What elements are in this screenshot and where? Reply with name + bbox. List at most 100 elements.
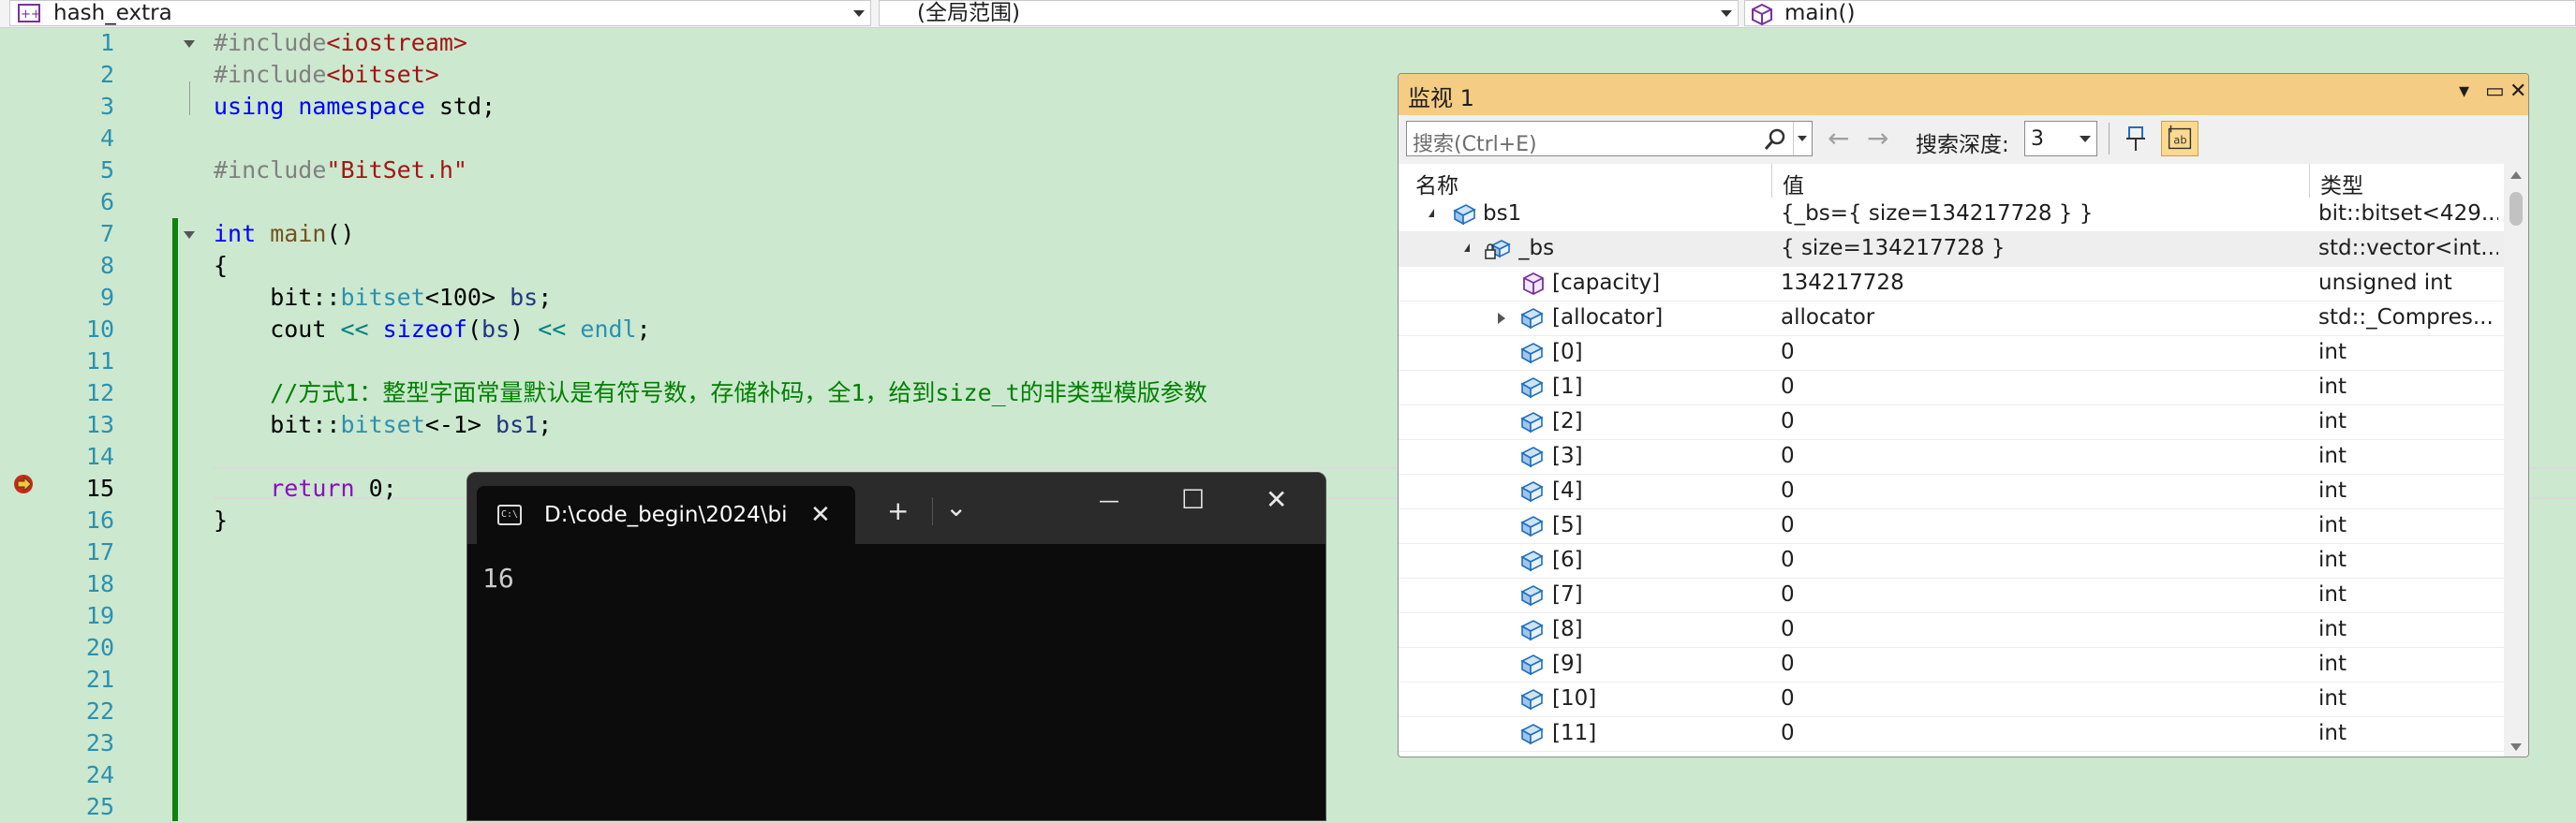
watch-row-name: [capacity]	[1552, 271, 1661, 295]
watch-row[interactable]: [3] 0 int	[1399, 440, 2504, 475]
code-line-1[interactable]: #include<iostream>	[214, 27, 467, 59]
watch-row[interactable]: [allocator] allocator std::_Compres...	[1399, 301, 2504, 336]
search-options-dropdown[interactable]	[1793, 122, 1813, 155]
watch-row[interactable]: [9] 0 int	[1399, 648, 2504, 683]
collapse-icon[interactable]	[1429, 209, 1434, 217]
watch-row[interactable]: [4] 0 int	[1399, 475, 2504, 509]
watch-row-value[interactable]: 0	[1781, 409, 2305, 434]
maximize-button[interactable]: ▭	[2485, 80, 2505, 103]
function-combo[interactable]: main()	[1744, 0, 2576, 26]
column-divider[interactable]	[1771, 164, 1772, 198]
scrollbar-thumb[interactable]	[2509, 192, 2523, 226]
maximize-button[interactable]: ☐	[1181, 486, 1205, 514]
code-line-15[interactable]: return 0;	[214, 473, 396, 505]
watch-row[interactable]: bs1 {_bs={ size=134217728 } } bit::bitse…	[1399, 198, 2504, 232]
vertical-scrollbar[interactable]	[2504, 164, 2528, 757]
watch-row-selected[interactable]: _bs { size=134217728 } std::vector<int..…	[1399, 232, 2504, 267]
pin-icon[interactable]	[2120, 123, 2152, 154]
column-value-header[interactable]: 值	[1783, 168, 1804, 199]
code-line-3[interactable]: using namespace std;	[214, 91, 496, 123]
scope-combo[interactable]: (全局范围)	[879, 0, 1739, 26]
close-button[interactable]: ✕	[2509, 80, 2526, 103]
code-line-7[interactable]: int main()	[214, 218, 355, 250]
new-tab-button[interactable]: +	[887, 497, 909, 525]
scroll-down-icon[interactable]	[2510, 743, 2522, 751]
watch-row-value[interactable]: 0	[1781, 478, 2305, 503]
column-type-header[interactable]: 类型	[2320, 168, 2363, 199]
close-tab-icon[interactable]: ✕	[810, 501, 831, 529]
column-divider[interactable]	[2309, 164, 2310, 198]
watch-row-value[interactable]: 134217728	[1781, 271, 2305, 295]
watch-row-value[interactable]: 0	[1781, 652, 2305, 676]
watch-row[interactable]: [10] 0 int	[1399, 683, 2504, 717]
watch-row-type: int	[2318, 409, 2347, 434]
code-line-10[interactable]: cout << sizeof(bs) << endl;	[214, 314, 650, 345]
watch-row-value[interactable]: 0	[1781, 513, 2305, 537]
project-combo[interactable]: ++ hash_extra	[9, 0, 871, 26]
watch-row-name: [6]	[1552, 548, 1583, 572]
code-text: std;	[424, 93, 496, 120]
search-forward-button[interactable]: →	[1867, 123, 1888, 154]
line-number: 13	[85, 411, 114, 438]
search-back-button[interactable]: ←	[1828, 123, 1849, 154]
watch-row-value[interactable]: 0	[1781, 548, 2305, 572]
watch-row-value[interactable]: 0	[1781, 340, 2305, 364]
hex-display-icon[interactable]: ab	[2161, 121, 2198, 156]
collapse-toggle-icon[interactable]	[182, 40, 195, 51]
search-depth-select[interactable]: 3	[2024, 121, 2097, 156]
watch-titlebar[interactable]: 监视 1 ▾ ▭ ✕	[1399, 74, 2528, 115]
console-tab[interactable]: C:\ D:\code_begin\2024\bit ✕	[477, 486, 855, 544]
watch-row-value[interactable]: allocator	[1781, 305, 2305, 330]
watch-row-value[interactable]: 0	[1781, 686, 2305, 711]
code-line-13[interactable]: bit::bitset<-1> bs1;	[214, 409, 552, 441]
watch-row[interactable]: [6] 0 int	[1399, 544, 2504, 579]
scroll-up-icon[interactable]	[2510, 171, 2522, 179]
watch-row-value[interactable]: 0	[1781, 375, 2305, 399]
code-line-5[interactable]: #include"BitSet.h"	[214, 154, 467, 186]
code-line-2[interactable]: #include<bitset>	[214, 59, 439, 91]
watch-row[interactable]: [1] 0 int	[1399, 371, 2504, 405]
watch-row[interactable]: [7] 0 int	[1399, 579, 2504, 613]
expand-icon[interactable]	[1498, 313, 1505, 324]
watch-row[interactable]: [2] 0 int	[1399, 405, 2504, 440]
watch-row-value[interactable]: 0	[1781, 617, 2305, 641]
project-name: hash_extra	[53, 1, 172, 25]
code-line-12-comment[interactable]: //方式1：整型字面常量默认是有符号数，存储补码，全1，给到size_t的非类型…	[214, 377, 1207, 409]
watch-row-value[interactable]: { size=134217728 }	[1781, 236, 2305, 260]
watch-row[interactable]: [5] 0 int	[1399, 509, 2504, 544]
watch-window[interactable]: 监视 1 ▾ ▭ ✕ 搜索(Ctrl+E) ← → 搜索深度: 3 ab 名称 …	[1398, 73, 2529, 757]
watch-row-value[interactable]: {_bs={ size=134217728 } }	[1781, 201, 2305, 226]
watch-row-value[interactable]: 0	[1781, 582, 2305, 607]
line-number: 6	[99, 188, 114, 215]
window-menu-button[interactable]: ▾	[2459, 80, 2469, 103]
line-number: 24	[85, 761, 114, 788]
code-line-16[interactable]: }	[214, 505, 228, 536]
search-input[interactable]: 搜索(Ctrl+E)	[1406, 121, 1813, 156]
watch-row-value[interactable]: 0	[1781, 444, 2305, 468]
console-titlebar[interactable]: C:\ D:\code_begin\2024\bit ✕ + ⌄ — ☐ ✕	[467, 473, 1325, 544]
collapse-toggle-icon[interactable]	[182, 231, 195, 242]
toolbar-separator	[2109, 123, 2110, 154]
tab-dropdown-button[interactable]: ⌄	[945, 493, 967, 522]
search-icon[interactable]	[1763, 127, 1787, 152]
watch-row[interactable]: [capacity] 134217728 unsigned int	[1399, 267, 2504, 301]
chevron-down-icon[interactable]	[853, 10, 865, 17]
variable: bs1	[496, 411, 539, 438]
watch-row[interactable]: [8] 0 int	[1399, 613, 2504, 648]
search-depth-value: 3	[2031, 127, 2044, 151]
watch-row[interactable]: [11] 0 int	[1399, 717, 2504, 752]
breakpoint-arrow-icon[interactable]	[13, 474, 36, 494]
console-tab-title: D:\code_begin\2024\bit	[544, 503, 786, 527]
chevron-down-icon[interactable]	[1721, 10, 1732, 17]
close-button[interactable]: ✕	[1266, 486, 1287, 514]
code-line-8[interactable]: {	[214, 250, 228, 282]
code-line-9[interactable]: bit::bitset<100> bs;	[214, 282, 552, 314]
collapse-icon[interactable]	[1464, 243, 1470, 252]
column-name-header[interactable]: 名称	[1415, 168, 1458, 199]
watch-row[interactable]: [0] 0 int	[1399, 336, 2504, 371]
watch-row-name: [2]	[1552, 409, 1583, 434]
console-window[interactable]: C:\ D:\code_begin\2024\bit ✕ + ⌄ — ☐ ✕ 1…	[466, 472, 1326, 821]
minimize-button[interactable]: —	[1099, 488, 1119, 516]
glyph-margin[interactable]	[0, 27, 37, 821]
watch-row-value[interactable]: 0	[1781, 721, 2305, 745]
